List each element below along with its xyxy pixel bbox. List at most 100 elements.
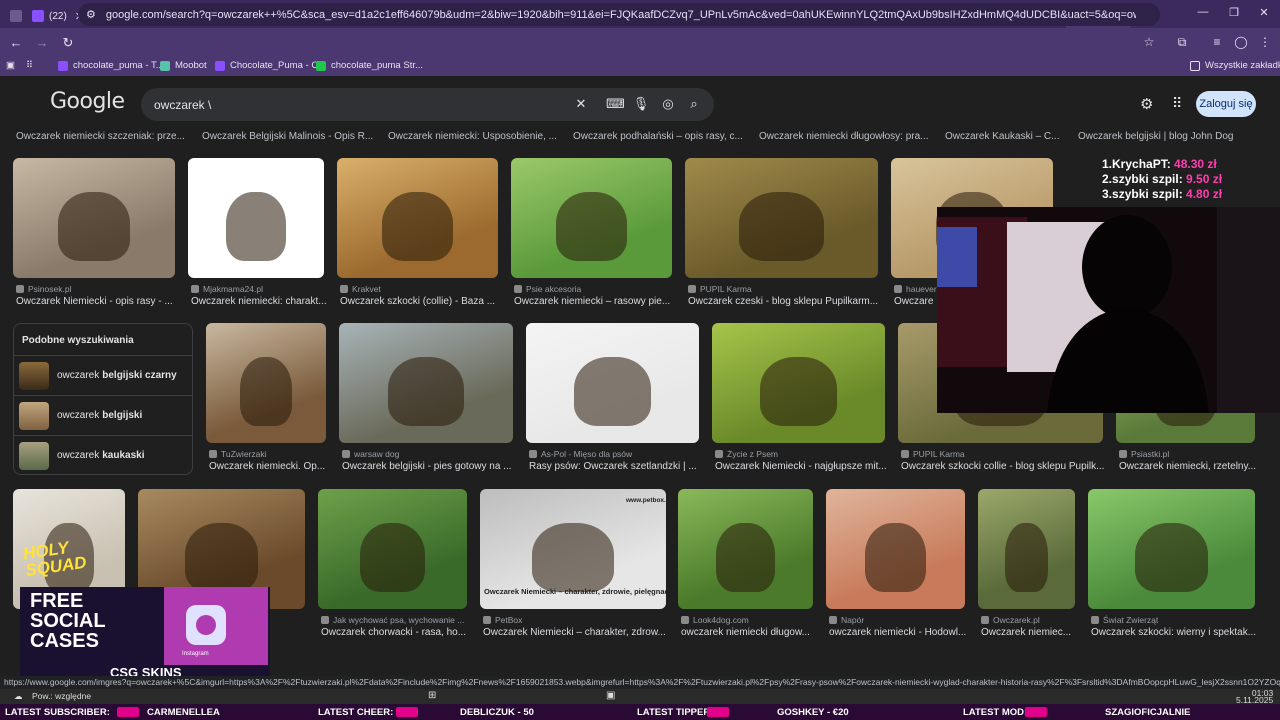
result-title[interactable]: Owczarek niemiecki, rzetelny... (1119, 461, 1264, 472)
result-title[interactable]: Owczarek Niemiecki - najgłupsze mit... (715, 461, 894, 472)
result-thumbnail[interactable] (339, 323, 513, 443)
top-caption[interactable]: Owczarek Belgijski Malinois - Opis R... (202, 131, 373, 142)
result-title[interactable]: Owczarek czeski - blog sklepu Pupilkarm.… (688, 296, 887, 307)
result-source[interactable]: PUPIL Karma (901, 449, 965, 459)
result-source[interactable]: As-Pol - Mięso dla psów (529, 449, 632, 459)
result-title[interactable]: Rasy psów: Owczarek szetlandzki | ... (529, 461, 708, 472)
bookmark-item[interactable]: chocolate_puma - T... (58, 60, 164, 71)
result-source[interactable]: Napór (829, 615, 864, 625)
all-bookmarks[interactable]: Wszystkie zakładki (1190, 60, 1280, 71)
result-thumbnail[interactable] (13, 158, 175, 278)
related-item[interactable]: owczarek belgijski czarny (14, 355, 192, 395)
result-thumbnail[interactable] (511, 158, 672, 278)
keyboard-icon[interactable]: ⌨ (606, 96, 625, 112)
result-thumbnail[interactable] (678, 489, 813, 609)
result-title[interactable]: Owczarek niemiecki. Op... (209, 461, 335, 472)
top-caption[interactable]: Owczarek niemiecki długowłosy: pra... (759, 131, 929, 142)
result-thumbnail[interactable] (337, 158, 498, 278)
tab-search-icon[interactable] (4, 4, 26, 28)
lens-icon[interactable]: ◎ (659, 96, 677, 112)
result-source[interactable]: Krakvet (340, 284, 381, 294)
image-result[interactable]: warsaw dog Owczarek belgijski - pies goto… (339, 323, 513, 479)
result-title[interactable]: Owczarek szkocki (collie) - Baza ... (340, 296, 507, 307)
media-icon[interactable]: ≡ (1208, 35, 1226, 49)
result-source[interactable]: Look4dog.com (681, 615, 749, 625)
result-title[interactable]: Owczarek niemiecki: charakt... (191, 296, 333, 307)
result-title[interactable]: Owczarek Niemiecki - opis rasy - ... (16, 296, 184, 307)
image-result[interactable]: Krakvet Owczarek szkocki (collie) - Baza … (337, 158, 498, 314)
top-caption[interactable]: Owczarek Kaukaski – C... (945, 131, 1059, 142)
image-result[interactable]: PUPIL Karma Owczarek czeski - blog sklepu… (685, 158, 878, 314)
site-info-icon[interactable]: ⚙ (86, 8, 96, 21)
result-thumbnail[interactable] (712, 323, 885, 443)
bookmark-item[interactable]: Moobot (160, 60, 207, 71)
apps-icon[interactable]: ⠿ (26, 60, 33, 71)
maximize-icon[interactable]: ❐ (1224, 6, 1244, 19)
result-title[interactable]: owczarek niemiecki - Hodowl... (829, 627, 974, 638)
result-title[interactable]: Owczarek belgijski - pies gotowy na ... (342, 461, 522, 472)
bookmarks-icon[interactable]: ▣ (6, 60, 15, 71)
bookmark-item[interactable]: chocolate_puma Str... (316, 60, 423, 71)
login-button[interactable]: Zaloguj się (1196, 91, 1256, 117)
image-result[interactable]: Napór owczarek niemiecki - Hodowl... (826, 489, 966, 645)
image-result[interactable]: Życie z Psem Owczarek Niemiecki - najgłup… (712, 323, 887, 479)
google-apps-icon[interactable]: ⠿ (1172, 95, 1182, 112)
search-icon[interactable]: ⌕ (685, 96, 703, 112)
minimize-icon[interactable]: — (1193, 6, 1213, 18)
result-source[interactable]: PetBox (483, 615, 522, 625)
image-result[interactable]: Psinosek.pl Owczarek Niemiecki - opis ras… (13, 158, 175, 314)
clear-icon[interactable]: ✕ (572, 96, 590, 112)
result-source[interactable]: Owczarek.pl (981, 615, 1040, 625)
result-thumbnail[interactable] (1088, 489, 1255, 609)
result-title[interactable]: Owczarek chorwacki - rasa, ho... (321, 627, 476, 638)
result-title[interactable]: Owczarek szkocki collie - blog sklepu Pu… (901, 461, 1112, 472)
profile-icon[interactable]: ◯ (1232, 35, 1250, 49)
reload-icon[interactable]: ↻ (58, 35, 78, 51)
search-box[interactable]: owczarek \ (141, 88, 714, 121)
image-result[interactable]: TuZwierzaki Owczarek niemiecki. Op... (206, 323, 326, 479)
result-source[interactable]: Świat Zwierząt (1091, 615, 1158, 625)
result-thumbnail[interactable] (526, 323, 699, 443)
result-title[interactable]: Owczarek Niemiecki – charakter, zdrow... (483, 627, 675, 638)
result-title[interactable]: Owczarek szkocki: wierny i spektak... (1091, 627, 1264, 638)
image-result[interactable]: Świat Zwierząt Owczarek szkocki: wierny i… (1088, 489, 1256, 645)
top-caption[interactable]: Owczarek niemiecki szczeniak: prze... (16, 131, 185, 142)
result-source[interactable]: warsaw dog (342, 449, 399, 459)
result-thumbnail[interactable] (685, 158, 878, 278)
image-result[interactable]: Look4dog.com owczarek niemiecki długow... (678, 489, 813, 645)
extensions-icon[interactable]: ⧉ (1173, 35, 1191, 50)
bookmark-star-icon[interactable]: ☆ (1140, 35, 1158, 49)
image-result[interactable]: Owczarek.pl Owczarek niemiec... (978, 489, 1075, 645)
google-logo[interactable]: Google (50, 89, 125, 114)
result-title[interactable]: Owczarek niemiecki – rasowy pie... (514, 296, 681, 307)
result-source[interactable]: TuZwierzaki (209, 449, 267, 459)
related-item[interactable]: owczarek belgijski (14, 395, 192, 435)
result-thumbnail[interactable] (318, 489, 467, 609)
image-result[interactable]: Mjakmama24.pl Owczarek niemiecki: charakt… (188, 158, 327, 314)
result-thumbnail[interactable] (978, 489, 1075, 609)
bookmark-item[interactable]: Chocolate_Puma - C... (215, 60, 326, 71)
result-thumbnail[interactable] (188, 158, 324, 278)
result-source[interactable]: Mjakmama24.pl (191, 284, 263, 294)
result-source[interactable]: PUPIL Karma (688, 284, 752, 294)
microphone-icon[interactable]: 🎙 (632, 96, 650, 112)
task-view-icon[interactable]: ▣ (606, 690, 615, 701)
start-icon[interactable]: ⊞ (428, 690, 436, 701)
close-window-icon[interactable]: ✕ (1254, 6, 1274, 19)
settings-gear-icon[interactable]: ⚙ (1140, 95, 1153, 113)
address-bar[interactable]: ⚙ google.com/search?q=owczarek++%5C&sca_… (78, 3, 1160, 26)
image-result[interactable]: Psie akcesoria Owczarek niemiecki – rasow… (511, 158, 672, 314)
result-source[interactable]: Życie z Psem (715, 449, 778, 459)
result-source[interactable]: Psie akcesoria (514, 284, 581, 294)
menu-icon[interactable]: ⋮ (1256, 35, 1274, 49)
top-caption[interactable]: Owczarek niemiecki: Usposobienie, ... (388, 131, 557, 142)
result-source[interactable]: Psinosek.pl (16, 284, 71, 294)
image-result[interactable]: Jak wychować psa, wychowanie ... Owczarek… (318, 489, 467, 645)
result-thumbnail[interactable] (826, 489, 965, 609)
related-item[interactable]: owczarek kaukaski (14, 435, 192, 475)
result-title[interactable]: Owczarek niemiec... (981, 627, 1084, 638)
result-thumbnail[interactable] (206, 323, 326, 443)
image-result[interactable]: As-Pol - Mięso dla psów Rasy psów: Owczar… (526, 323, 699, 479)
top-caption[interactable]: Owczarek podhalański – opis rasy, c... (573, 131, 743, 142)
result-title[interactable]: owczarek niemiecki długow... (681, 627, 822, 638)
